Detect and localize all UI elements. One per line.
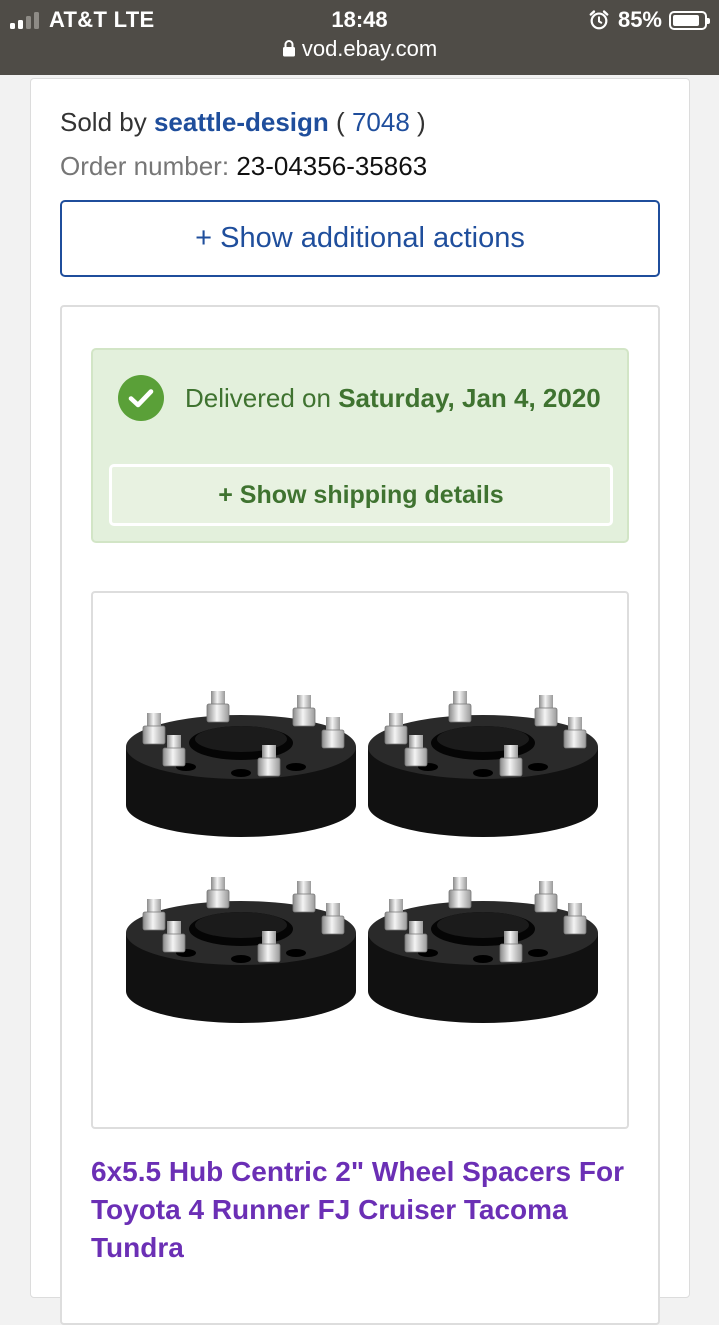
- address-bar[interactable]: vod.ebay.com: [0, 36, 719, 62]
- order-card: Sold by seattle-design ( 7048 ) Order nu…: [30, 78, 690, 1325]
- seller-link[interactable]: seattle-design: [154, 107, 329, 137]
- item-image[interactable]: [91, 591, 629, 1129]
- url-text: vod.ebay.com: [301, 36, 438, 61]
- wheel-spacers-photo: [93, 593, 627, 1127]
- order-number-value: 23-04356-35863: [236, 151, 428, 181]
- feedback-open: (: [336, 107, 345, 137]
- status-right: 85%: [588, 7, 710, 33]
- order-number-row: Order number: 23-04356-35863: [60, 151, 427, 182]
- feedback-score-link[interactable]: 7048: [352, 107, 410, 137]
- show-shipping-details-button[interactable]: + Show shipping details: [109, 464, 613, 526]
- battery-icon: [669, 10, 710, 30]
- item-container: Delivered on Saturday, Jan 4, 2020 + Sho…: [60, 305, 660, 1325]
- alarm-icon: [589, 10, 609, 30]
- show-additional-actions-button[interactable]: + Show additional actions: [60, 200, 660, 277]
- delivered-date: Saturday, Jan 4, 2020: [338, 383, 601, 413]
- feedback-close: ): [417, 107, 426, 137]
- order-number-label: Order number:: [60, 151, 230, 181]
- battery-fill: [673, 14, 699, 26]
- delivered-prefix: Delivered on: [185, 383, 331, 413]
- lock-icon: [282, 40, 295, 57]
- status-bar: AT&T LTE 18:48 85% vod.ebay.com: [0, 0, 719, 75]
- sold-by-row: Sold by seattle-design ( 7048 ): [60, 107, 426, 138]
- battery-percent: 85%: [617, 7, 662, 32]
- item-title-link[interactable]: 6x5.5 Hub Centric 2" Wheel Spacers For T…: [91, 1153, 641, 1267]
- delivery-status-box: Delivered on Saturday, Jan 4, 2020 + Sho…: [91, 348, 629, 543]
- sold-by-label: Sold by: [60, 107, 147, 137]
- delivered-text: Delivered on Saturday, Jan 4, 2020: [117, 382, 607, 415]
